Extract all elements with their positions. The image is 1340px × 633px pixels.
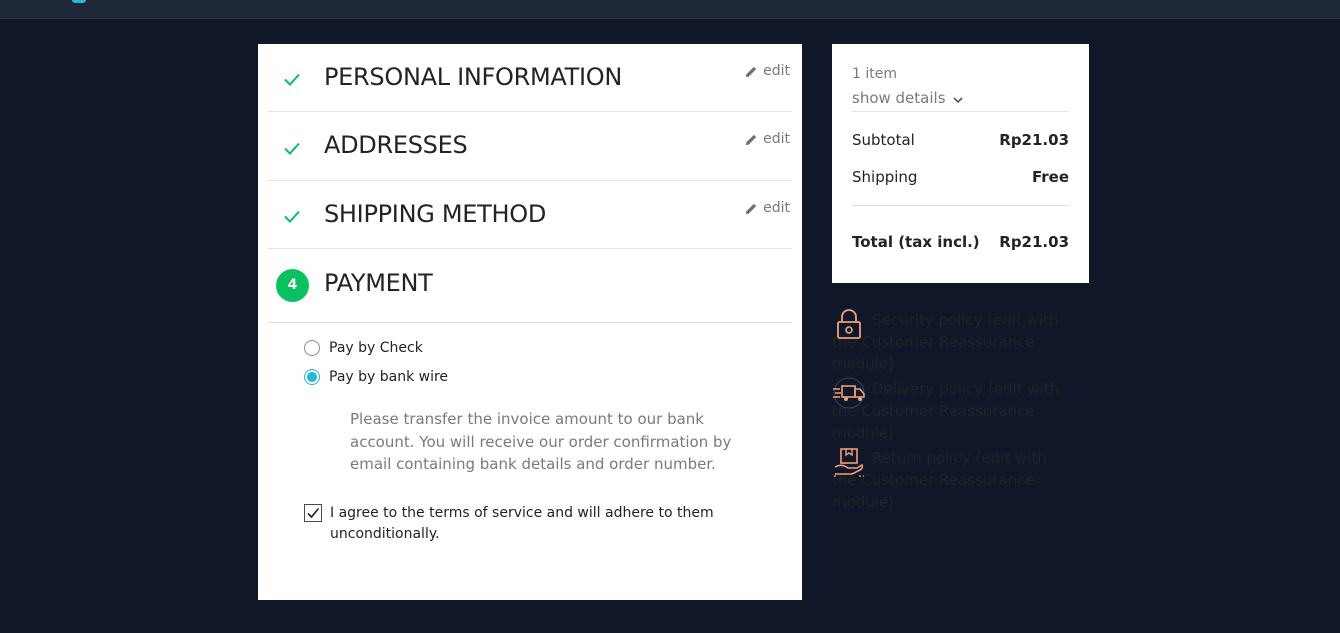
reassurance-delivery: Delivery policy (edit with the Customer … xyxy=(832,377,1072,444)
show-details-label: show details xyxy=(852,89,946,107)
payment-option-check[interactable]: Pay by Check xyxy=(304,340,423,356)
payment-option-bank-wire[interactable]: Pay by bank wire xyxy=(304,369,448,385)
edit-label: edit xyxy=(763,63,790,79)
pencil-icon xyxy=(746,134,757,145)
edit-label: edit xyxy=(763,200,790,216)
terms-label: I agree to the terms of service and will… xyxy=(330,505,714,542)
checkout-panel: PERSONAL INFORMATION edit ADDRESSES edit… xyxy=(258,44,802,600)
bank-wire-instructions: Please transfer the invoice amount to ou… xyxy=(350,410,732,473)
pencil-icon xyxy=(746,203,757,214)
step-personal-information: PERSONAL INFORMATION edit xyxy=(268,44,792,112)
edit-addresses-link[interactable]: edit xyxy=(745,131,790,147)
subtotal-value: Rp21.03 xyxy=(999,131,1069,149)
checkmark-icon xyxy=(307,507,320,519)
total-label: Total (tax incl.) xyxy=(852,233,980,251)
checkmark-icon xyxy=(284,73,300,86)
chevron-down-icon xyxy=(952,96,963,103)
edit-label: edit xyxy=(763,131,790,147)
payment-option-label: Pay by Check xyxy=(329,340,423,356)
checkmark-icon xyxy=(284,142,300,155)
step-title: ADDRESSES xyxy=(324,131,468,159)
edit-personal-information-link[interactable]: edit xyxy=(745,63,790,79)
delivery-truck-icon xyxy=(833,377,865,409)
edit-shipping-method-link[interactable]: edit xyxy=(745,200,790,216)
reassurance-text: Security policy (edit with the Customer … xyxy=(832,311,1059,373)
shipping-row: Shipping Free xyxy=(852,168,1069,186)
subtotal-label: Subtotal xyxy=(852,131,915,149)
items-count: 1 item xyxy=(852,66,897,82)
total-row: Total (tax incl.) Rp21.03 xyxy=(852,233,1069,251)
step-title: PERSONAL INFORMATION xyxy=(324,63,623,91)
reassurance-text: Delivery policy (edit with the Customer … xyxy=(832,380,1060,442)
step-shipping-method: SHIPPING METHOD edit xyxy=(268,181,792,249)
shipping-value: Free xyxy=(1031,168,1069,186)
terms-agreement: I agree to the terms of service and will… xyxy=(304,503,724,545)
divider xyxy=(852,111,1069,112)
reassurance-text: Return policy (edit with the Customer Re… xyxy=(832,449,1047,511)
radio-button[interactable] xyxy=(304,340,320,356)
step-payment: 4 PAYMENT xyxy=(268,249,792,323)
subtotal-row: Subtotal Rp21.03 xyxy=(852,131,1069,149)
terms-checkbox[interactable] xyxy=(304,504,322,522)
radio-button[interactable] xyxy=(304,369,320,385)
top-bar xyxy=(0,0,1340,19)
reassurance-return: Return policy (edit with the Customer Re… xyxy=(832,447,1072,513)
step-title: PAYMENT xyxy=(324,269,433,297)
checkmark-icon xyxy=(284,210,300,223)
step-addresses: ADDRESSES edit xyxy=(268,112,792,181)
step-title: SHIPPING METHOD xyxy=(324,200,547,228)
pencil-icon xyxy=(746,66,757,77)
return-package-icon xyxy=(834,448,864,477)
step-number-badge: 4 xyxy=(276,269,309,302)
cart-summary: 1 item show details Subtotal Rp21.03 Shi… xyxy=(832,44,1089,283)
reassurance-security: Security policy (edit with the Customer … xyxy=(832,309,1072,375)
shipping-label: Shipping xyxy=(852,168,918,186)
payment-option-label: Pay by bank wire xyxy=(329,369,449,385)
divider xyxy=(852,205,1069,206)
lock-icon xyxy=(837,309,861,339)
logo-fragment xyxy=(72,0,86,3)
show-details-toggle[interactable]: show details xyxy=(852,89,964,107)
total-value: Rp21.03 xyxy=(999,233,1069,251)
